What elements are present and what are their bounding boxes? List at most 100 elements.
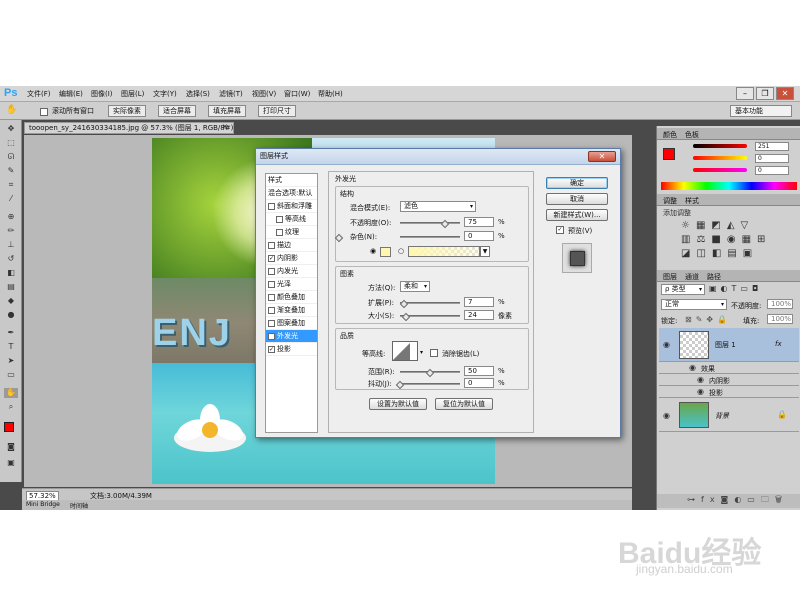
- menu-image[interactable]: 图像(I): [91, 89, 113, 99]
- preview-checkbox[interactable]: ✓: [556, 225, 564, 234]
- eraser-tool-icon[interactable]: ◧: [4, 268, 18, 278]
- reset-default-button[interactable]: 复位为默认值: [435, 398, 493, 410]
- glow-gradient-swatch[interactable]: [408, 246, 480, 257]
- green-slider[interactable]: [693, 156, 747, 160]
- menu-edit[interactable]: 编辑(E): [59, 89, 83, 99]
- adjustment-icons-row3[interactable]: ◪◫◧▤▣: [681, 248, 758, 259]
- move-tool-icon[interactable]: ✥: [4, 124, 18, 134]
- workspace-select[interactable]: 基本功能: [730, 105, 792, 117]
- styles-header[interactable]: 样式: [266, 174, 317, 187]
- zoom-tool-icon[interactable]: ⌕: [4, 402, 18, 412]
- adjustment-icons-row2[interactable]: ▥⚖■◉▦⊞: [681, 234, 771, 245]
- quick-mask-icon[interactable]: ◙: [4, 442, 18, 452]
- visibility-eye-icon[interactable]: ◉: [663, 340, 670, 349]
- crop-tool-icon[interactable]: ⌗: [4, 180, 18, 190]
- dialog-titlebar[interactable]: 图层样式: [256, 149, 620, 165]
- style-item-checkbox[interactable]: [268, 306, 275, 314]
- scroll-all-checkbox[interactable]: [40, 107, 48, 116]
- gradient-radio[interactable]: ○: [398, 247, 404, 255]
- tab-mini-bridge[interactable]: Mini Bridge: [26, 501, 60, 508]
- style-item[interactable]: 等高线: [266, 213, 317, 226]
- inner-shadow-eye-icon[interactable]: ◉: [697, 375, 704, 384]
- style-item[interactable]: 描边: [266, 239, 317, 252]
- tab-swatches[interactable]: 色板: [685, 130, 699, 140]
- background-layer-name[interactable]: 背景: [715, 411, 729, 421]
- blue-slider[interactable]: [693, 168, 747, 172]
- path-select-icon[interactable]: ➤: [4, 356, 18, 366]
- blue-value[interactable]: 0: [755, 166, 789, 175]
- menu-filter[interactable]: 滤镜(T): [219, 89, 243, 99]
- style-item-checkbox[interactable]: [268, 319, 275, 327]
- tab-channels[interactable]: 通道: [685, 272, 699, 282]
- close-document-icon[interactable]: ✕: [222, 123, 228, 131]
- green-value[interactable]: 0: [755, 154, 789, 163]
- brush-tool-icon[interactable]: ✏: [4, 226, 18, 236]
- dodge-tool-icon[interactable]: ●: [4, 310, 18, 320]
- restore-button[interactable]: ❐: [756, 87, 774, 100]
- hand-tool-icon[interactable]: ✋: [6, 105, 17, 115]
- contour-preview[interactable]: [392, 341, 418, 361]
- style-item-checkbox[interactable]: [276, 228, 283, 236]
- drop-shadow-eye-icon[interactable]: ◉: [697, 387, 704, 396]
- size-input[interactable]: 24: [464, 310, 494, 320]
- style-item-checkbox[interactable]: [276, 215, 283, 223]
- color-panel-foreground[interactable]: [663, 148, 675, 160]
- style-item-checkbox[interactable]: ✓: [268, 254, 275, 262]
- pen-tool-icon[interactable]: ✒: [4, 328, 18, 338]
- eyedropper-tool-icon[interactable]: ⁄: [4, 194, 18, 204]
- style-item-checkbox[interactable]: [268, 241, 275, 249]
- history-brush-icon[interactable]: ↺: [4, 254, 18, 264]
- blend-mode-select[interactable]: 滤色 ▾: [400, 201, 476, 212]
- style-item-checkbox[interactable]: [268, 267, 275, 275]
- effect-inner-shadow-row[interactable]: ◉ 内阴影: [659, 374, 799, 386]
- red-value[interactable]: 251: [755, 142, 789, 151]
- fx-icon[interactable]: fx: [775, 340, 782, 348]
- range-input[interactable]: 50: [464, 366, 494, 376]
- antialias-checkbox[interactable]: [430, 348, 438, 357]
- opacity-input[interactable]: 75: [464, 217, 494, 227]
- menu-window[interactable]: 窗口(W): [284, 89, 310, 99]
- layer-kind-filter[interactable]: ρ 类型 ▾: [661, 284, 705, 295]
- effects-row[interactable]: ◉ 效果: [659, 362, 799, 374]
- tab-color[interactable]: 颜色: [663, 130, 677, 140]
- close-window-button[interactable]: ✕: [776, 87, 794, 100]
- noise-slider-knob[interactable]: [334, 233, 344, 243]
- noise-slider-track[interactable]: [400, 236, 460, 238]
- spread-slider-track[interactable]: [400, 302, 460, 304]
- layer-row-layer1[interactable]: ◉ 图层 1 fx: [659, 328, 799, 362]
- style-item-checkbox[interactable]: [268, 293, 275, 301]
- adjustment-icons-row1[interactable]: ☼▦◩◭▽: [681, 220, 754, 231]
- style-item[interactable]: ✓ 外发光: [266, 330, 317, 343]
- effects-eye-icon[interactable]: ◉: [689, 363, 696, 372]
- style-item[interactable]: 图案叠加: [266, 317, 317, 330]
- tab-paths[interactable]: 路径: [707, 272, 721, 282]
- menu-help[interactable]: 帮助(H): [318, 89, 343, 99]
- stamp-tool-icon[interactable]: ⊥: [4, 240, 18, 250]
- glow-color-swatch[interactable]: [380, 247, 391, 257]
- solid-color-radio[interactable]: ◉: [370, 247, 376, 255]
- make-default-button[interactable]: 设置为默认值: [369, 398, 427, 410]
- hand-tool-icon[interactable]: ✋: [4, 388, 18, 398]
- layer-opacity-value[interactable]: 100%: [767, 299, 793, 309]
- style-item-checkbox[interactable]: ✓: [268, 332, 275, 340]
- gradient-picker-arrow-icon[interactable]: ▼: [480, 246, 490, 257]
- jitter-slider-track[interactable]: [400, 383, 460, 385]
- lock-icons[interactable]: ⊠✎✥🔒: [685, 315, 731, 324]
- minimize-button[interactable]: –: [736, 87, 754, 100]
- blur-tool-icon[interactable]: ◆: [4, 296, 18, 306]
- style-item[interactable]: ✓ 投影: [266, 343, 317, 356]
- document-tab[interactable]: tooopen_sy_241630334185.jpg @ 57.3% (图层 …: [24, 122, 234, 134]
- menu-file[interactable]: 文件(F): [27, 89, 51, 99]
- layers-footer-icons[interactable]: ⊶fx◙◐▭🗀🗑: [657, 494, 800, 508]
- color-ramp[interactable]: [661, 182, 797, 190]
- fill-value[interactable]: 100%: [767, 314, 793, 324]
- style-item-checkbox[interactable]: ✓: [268, 345, 275, 353]
- new-style-button[interactable]: 新建样式(W)...: [546, 209, 608, 221]
- cancel-button[interactable]: 取消: [546, 193, 608, 205]
- effect-drop-shadow-row[interactable]: ◉ 投影: [659, 386, 799, 398]
- foreground-color-swatch[interactable]: [4, 422, 14, 432]
- fill-screen-button[interactable]: 填充屏幕: [208, 105, 246, 117]
- layer-blend-mode[interactable]: 正常 ▾: [661, 299, 727, 310]
- layer-name[interactable]: 图层 1: [715, 340, 736, 350]
- red-slider[interactable]: [693, 144, 747, 148]
